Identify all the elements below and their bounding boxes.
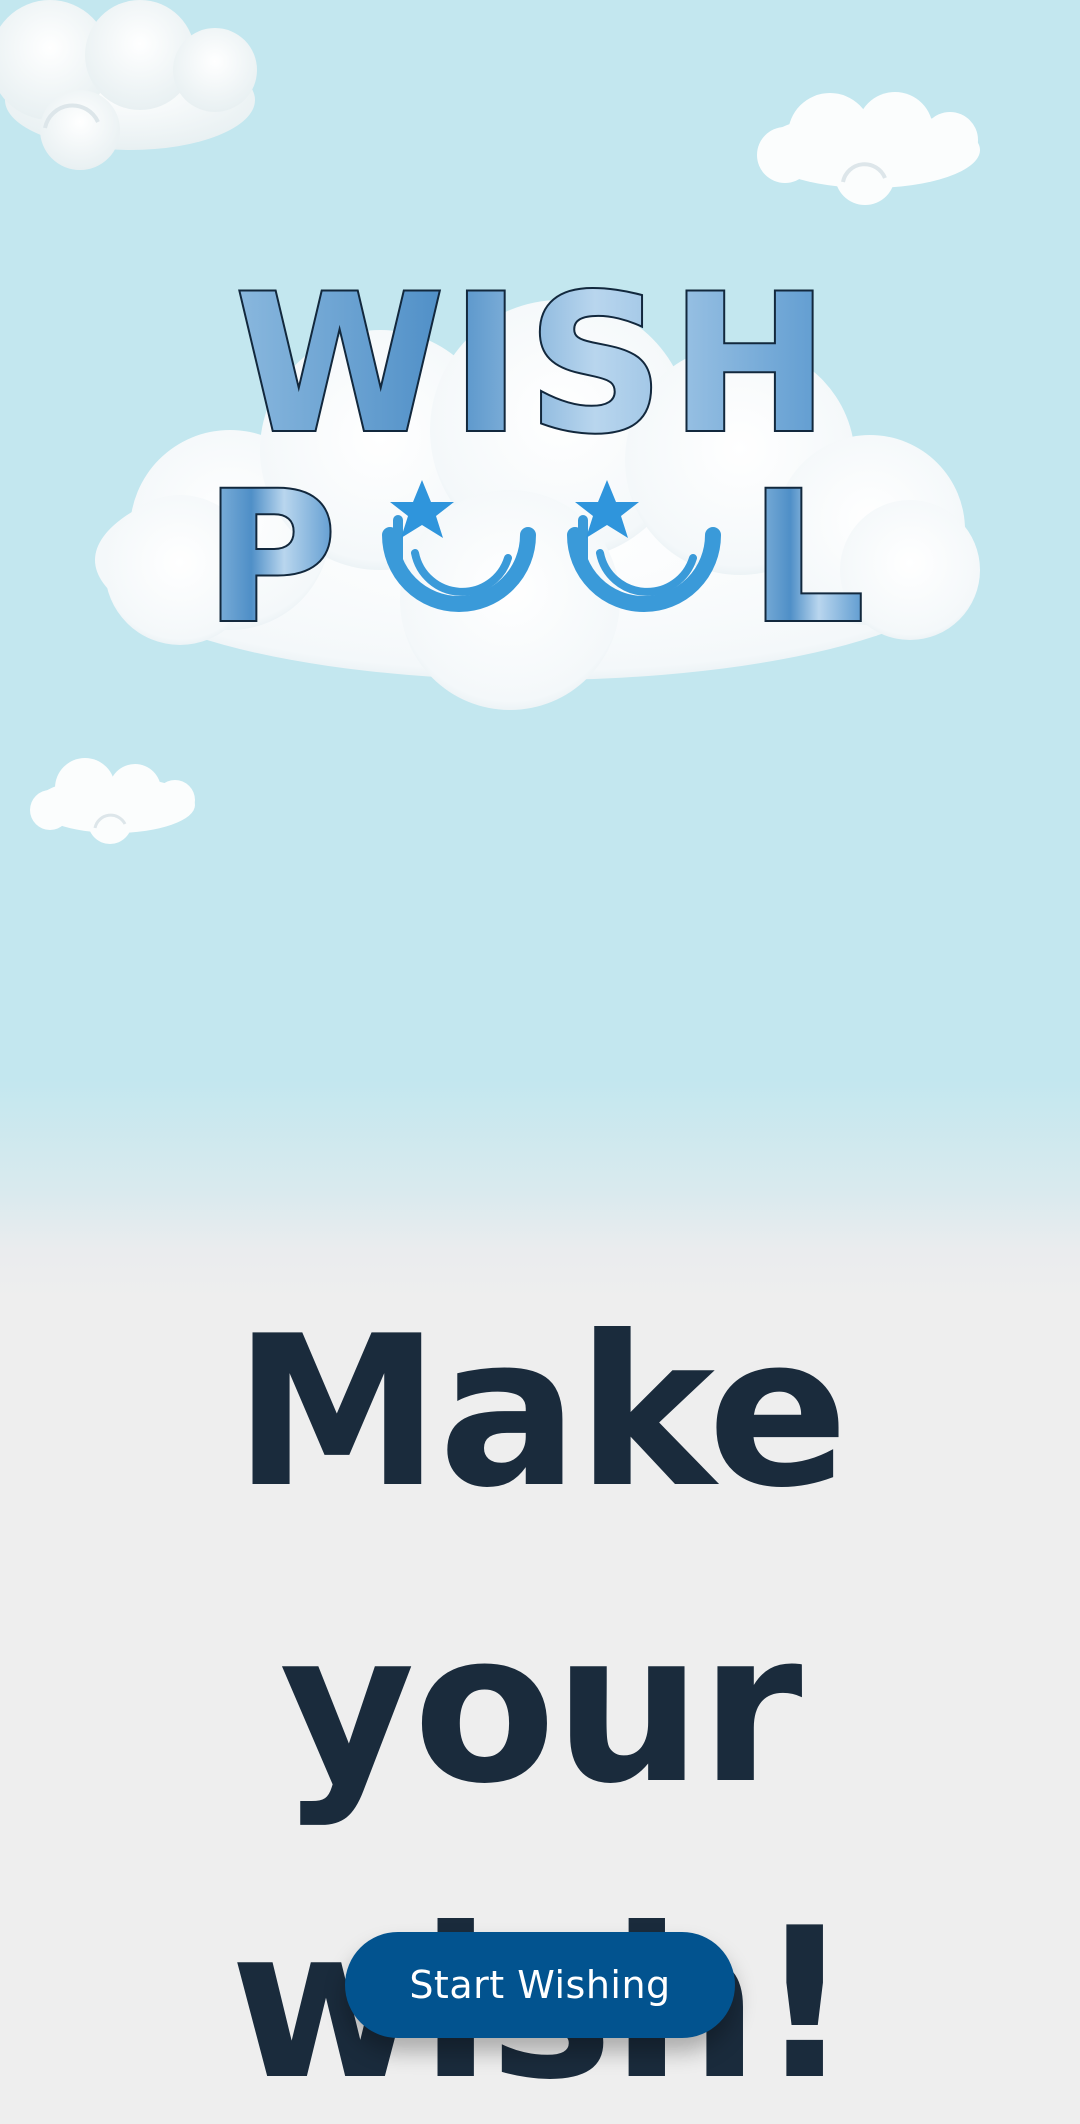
wish-pool-logo: WISH P L: [95, 270, 980, 710]
start-wishing-button[interactable]: Start Wishing: [345, 1932, 735, 2038]
logo-l-letter: L: [750, 454, 865, 663]
cloud-icon: [0, 0, 257, 170]
logo-wish-text: WISH: [235, 270, 835, 475]
cloud-icon: [30, 758, 195, 844]
welcome-screen: WISH P L Make your wish! Start Wishing: [0, 0, 1080, 2124]
cloud-icon: [757, 92, 980, 205]
logo-p-letter: P: [205, 454, 337, 663]
headline-line-1: Make your: [233, 1292, 848, 1830]
